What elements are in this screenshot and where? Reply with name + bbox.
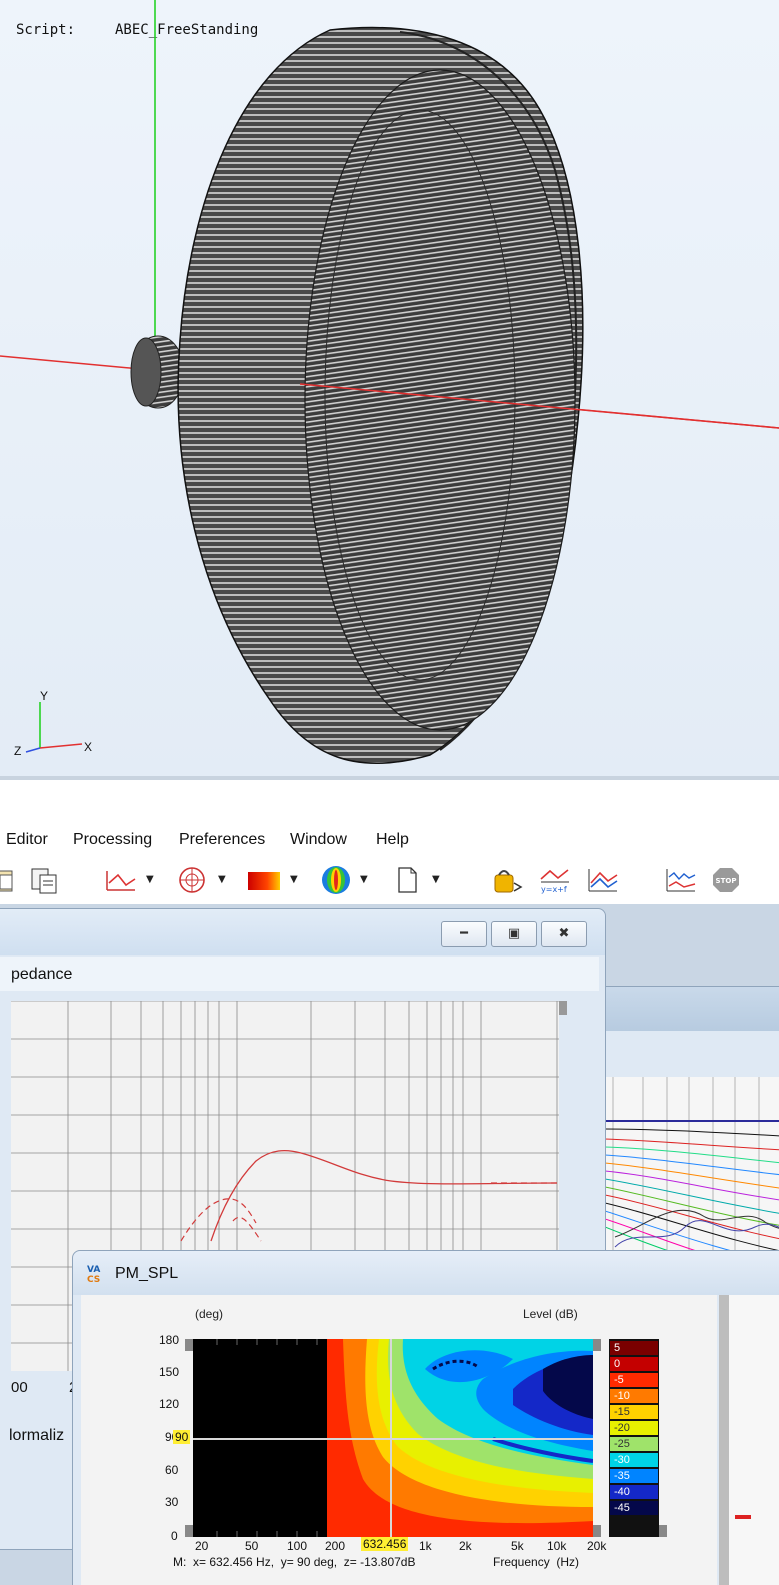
menu-preferences[interactable]: Preferences (179, 831, 265, 849)
window-title: PM_SPL (115, 1265, 179, 1282)
y-tick-label: 180 (159, 1333, 180, 1347)
x-tick-label: 10k (547, 1539, 567, 1553)
legend-range-handle[interactable] (659, 1525, 667, 1537)
x-range-handle[interactable] (593, 1525, 601, 1537)
background-window-titlebar[interactable] (601, 987, 779, 1031)
legend-entry: -5 (610, 1373, 658, 1387)
color-map-icon[interactable] (246, 865, 282, 895)
menu-window[interactable]: Window (290, 831, 347, 849)
legend-entry: -15 (610, 1405, 658, 1419)
y-tick-label: 30 (165, 1495, 179, 1509)
x-tick-label: 1k (419, 1539, 432, 1553)
menu-help[interactable]: Help (376, 831, 409, 849)
legend-entry: -25 (610, 1437, 658, 1451)
menu-processing[interactable]: Processing (73, 831, 152, 849)
mesh-render: Y X Z (0, 0, 779, 765)
gizmo-y-label: Y (40, 689, 48, 703)
stop-icon[interactable]: STOP (710, 865, 742, 895)
export-graph-icon[interactable] (664, 865, 700, 895)
toolbar: ▼ ▼ ▼ ▼ ▼ y=x+f STOP (0, 858, 779, 904)
y-tick-label: 120 (159, 1397, 180, 1411)
y-range-handle[interactable] (185, 1339, 193, 1351)
svg-text:STOP: STOP (716, 877, 737, 885)
color-legend: 5 0 -5 -10 -15 -20 -25 -30 -35 -40 -45 (609, 1339, 659, 1537)
gizmo-z-label: Z (14, 744, 21, 758)
polar-graph-icon[interactable] (174, 865, 210, 895)
spl-heatmap[interactable] (193, 1339, 593, 1537)
cursor-status: M: x= 632.456 Hz, y= 90 deg, z= -13.807d… (173, 1555, 416, 1569)
balloon-icon[interactable] (318, 865, 354, 895)
viewport-border (0, 776, 779, 780)
scroll-handle[interactable] (559, 1001, 567, 1015)
legend-swatch (735, 1515, 751, 1519)
minimize-button[interactable]: ━ (441, 921, 487, 947)
x-tick-label: 00 (11, 1379, 28, 1396)
y-tick-label: 0 (171, 1529, 178, 1543)
x-tick-label: 100 (287, 1539, 308, 1553)
chevron-down-icon[interactable]: ▼ (432, 874, 440, 885)
y-tick-label: 150 (159, 1365, 180, 1379)
legend-entry: 0 (610, 1357, 658, 1371)
vacs-logo-icon: VA CS (87, 1265, 101, 1285)
y-range-handle[interactable] (185, 1525, 193, 1537)
x-tick-label: 200 (325, 1539, 346, 1553)
3d-viewport[interactable]: Script: ABEC_FreeStanding Y X Z (0, 0, 779, 780)
x-axis-label: Frequency (Hz) (493, 1555, 580, 1569)
x-cursor-marker: 632.456 (361, 1537, 409, 1551)
formula-icon[interactable]: y=x+f (538, 865, 574, 895)
legend-entry: -40 (610, 1485, 658, 1499)
level-axis-unit: Level (dB) (523, 1307, 578, 1321)
mdi-workspace: ━ ▣ ✖ pedance 00 lormaliz VA CS PM_SPL (… (0, 904, 779, 1585)
pm-spl-window[interactable]: VA CS PM_SPL (deg) Level (dB) 180 150 12… (72, 1250, 779, 1585)
splitter-bar[interactable] (719, 1295, 729, 1585)
normalize-label: lormaliz (9, 1427, 65, 1444)
y-tick-label: 60 (165, 1463, 179, 1477)
new-document-icon[interactable] (392, 865, 422, 895)
menu-editor[interactable]: Editor (6, 831, 48, 849)
x-tick-label: 20k (587, 1539, 607, 1553)
chevron-down-icon[interactable]: ▼ (360, 874, 368, 885)
y-cursor-marker: 90 (173, 1430, 191, 1444)
legend-entry: -35 (610, 1469, 658, 1483)
x-tick-label: 2k (459, 1539, 472, 1553)
legend-entry: -10 (610, 1389, 658, 1403)
legend-entry: -20 (610, 1421, 658, 1435)
close-button[interactable]: ✖ (541, 921, 587, 947)
svg-text:y=x+f: y=x+f (541, 885, 567, 894)
impedance-tab-strip: pedance (0, 957, 599, 991)
chevron-down-icon[interactable]: ▼ (290, 874, 298, 885)
scripting-icon[interactable] (490, 865, 526, 895)
side-panel (729, 1295, 779, 1585)
menubar: Editor Processing Preferences Window Hel… (0, 826, 779, 856)
copy-special-icon[interactable] (28, 865, 60, 895)
legend-entry: -30 (610, 1453, 658, 1467)
x-tick-label: 50 (245, 1539, 259, 1553)
y-axis-unit: (deg) (195, 1307, 224, 1321)
x-tick-label: 20 (195, 1539, 209, 1553)
pm-spl-titlebar[interactable]: VA CS PM_SPL (73, 1251, 779, 1295)
x-range-handle[interactable] (593, 1339, 601, 1351)
legend-entry: 5 (610, 1341, 658, 1355)
legend-entry: -45 (610, 1501, 658, 1515)
x-tick-label: 5k (511, 1539, 524, 1553)
line-graph-icon[interactable] (104, 865, 140, 895)
paste-icon[interactable] (0, 865, 16, 895)
gizmo-x-label: X (84, 740, 92, 754)
maximize-button[interactable]: ▣ (491, 921, 537, 947)
chevron-down-icon[interactable]: ▼ (218, 874, 226, 885)
impedance-tab[interactable]: pedance (11, 966, 72, 984)
compare-icon[interactable] (586, 865, 622, 895)
chevron-down-icon[interactable]: ▼ (146, 874, 154, 885)
